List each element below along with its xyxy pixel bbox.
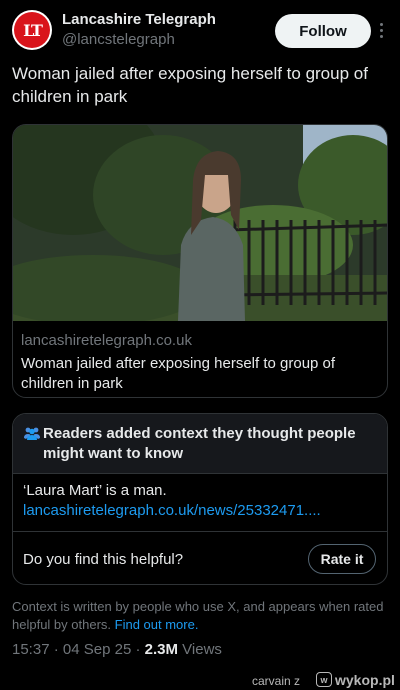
link-card[interactable]: lancashiretelegraph.co.uk Woman jailed a… [12,124,388,398]
people-icon [24,427,40,440]
helpful-question: Do you find this helpful? [23,551,184,568]
author-name[interactable]: Lancashire Telegraph [62,11,216,28]
note-header[interactable]: Readers added context they thought peopl… [13,414,387,474]
post-text: Woman jailed after exposing herself to g… [12,64,368,106]
card-image [13,125,387,321]
avatar-logo: LT [14,12,50,48]
tweet-date[interactable]: 04 Sep 25 [63,641,131,658]
card-domain[interactable]: lancashiretelegraph.co.uk [21,332,192,349]
community-note: Readers added context they thought peopl… [12,413,388,585]
watermark-brand: wykop.pl [335,672,395,688]
tweet-time[interactable]: 15:37 [12,641,50,658]
views-count[interactable]: 2.3M [145,641,178,658]
views-label: Views [182,641,222,658]
find-out-more-link[interactable]: Find out more. [115,617,199,632]
more-vertical-icon[interactable] [374,18,388,42]
note-title: Readers added context they thought peopl… [43,425,356,462]
author-handle[interactable]: @lancstelegraph [62,31,175,48]
meta-separator-2: · [135,641,141,658]
note-body: ‘Laura Mart’ is a man. lancashiretelegra… [23,481,383,521]
tweet-meta: 15:37 · 04 Sep 25 · 2.3M Views [12,641,222,658]
follow-button[interactable]: Follow [275,14,371,48]
note-body-text: ‘Laura Mart’ is a man. [23,482,167,499]
wykop-logo-icon: w [316,672,332,687]
rate-it-button[interactable]: Rate it [308,544,376,574]
watermark: carvain z w wykop.pl [252,671,400,690]
meta-separator: · [53,641,59,658]
context-info: Context is written by people who use X, … [12,598,390,634]
tweet-header: LT Lancashire Telegraph @lancstelegraph … [12,10,390,54]
note-divider [13,531,387,532]
watermark-user: carvain z [252,674,301,688]
author-avatar[interactable]: LT [12,10,52,50]
note-link[interactable]: lancashiretelegraph.co.uk/news/25332471.… [23,502,321,519]
card-title[interactable]: Woman jailed after exposing herself to g… [21,354,373,394]
